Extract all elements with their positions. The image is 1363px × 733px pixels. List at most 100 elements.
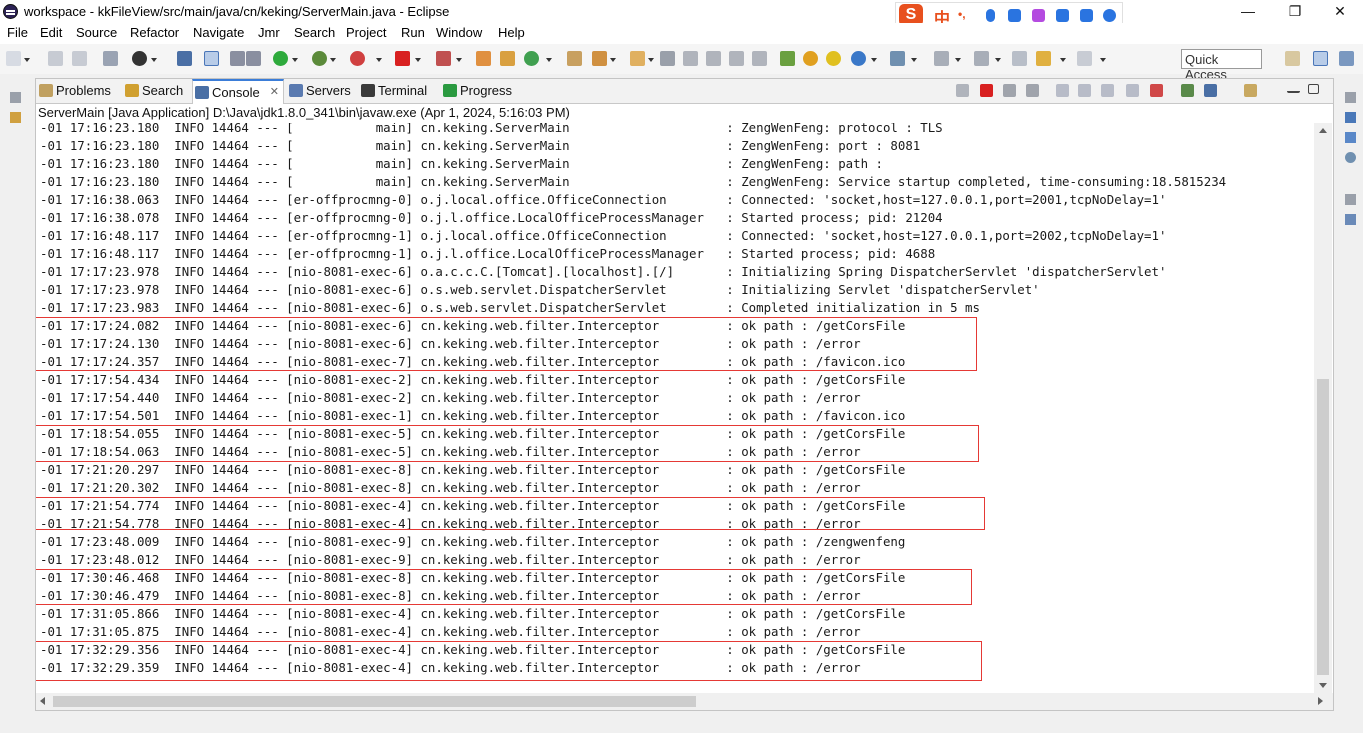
tab-console[interactable]: Console ✕ xyxy=(192,79,284,104)
task-list-icon[interactable] xyxy=(1345,132,1356,143)
new-class-icon[interactable] xyxy=(524,51,539,66)
close-console-tab-icon[interactable]: ✕ xyxy=(270,81,279,104)
profile-icon[interactable] xyxy=(132,51,147,66)
terminate-icon[interactable] xyxy=(980,84,993,97)
debug-perspective-icon[interactable] xyxy=(1339,51,1354,66)
console-output[interactable]: -01 17:16:23.180 INFO 14464 --- [ main] … xyxy=(36,123,1317,693)
save-all-icon[interactable] xyxy=(72,51,87,66)
save-icon[interactable] xyxy=(48,51,63,66)
browser-dropdown-icon[interactable] xyxy=(871,56,877,62)
open-folder-icon[interactable] xyxy=(630,51,645,66)
previous-annotation-icon[interactable] xyxy=(974,51,989,66)
forward-dropdown-icon[interactable] xyxy=(1100,56,1106,62)
back-dropdown-icon[interactable] xyxy=(1060,56,1066,62)
maximize-view-icon[interactable] xyxy=(1308,84,1319,94)
menu-source[interactable]: Source xyxy=(76,25,117,40)
new-icon[interactable] xyxy=(6,51,21,66)
vertical-scrollbar[interactable] xyxy=(1314,123,1332,693)
server-icon[interactable] xyxy=(436,51,451,66)
minimize-view-icon[interactable] xyxy=(1287,84,1300,93)
scroll-down-icon[interactable] xyxy=(1319,683,1327,688)
block-selection-icon[interactable] xyxy=(729,51,744,66)
coverage-icon[interactable] xyxy=(312,51,327,66)
restore-right-icon[interactable] xyxy=(1345,92,1356,103)
toggle-mark-icon[interactable] xyxy=(204,51,219,66)
menu-search[interactable]: Search xyxy=(294,25,335,40)
show-stdout-icon[interactable] xyxy=(1126,84,1139,97)
open-console-icon[interactable] xyxy=(1244,84,1257,97)
open-type-icon[interactable] xyxy=(567,51,582,66)
menu-run[interactable]: Run xyxy=(401,25,425,40)
tab-search[interactable]: Search xyxy=(123,79,193,103)
build-icon[interactable] xyxy=(103,51,118,66)
show-whitespace-icon[interactable] xyxy=(706,51,721,66)
skin-icon[interactable] xyxy=(1032,9,1045,22)
apps-grid-icon[interactable] xyxy=(1080,9,1093,22)
pin-console-icon[interactable] xyxy=(1181,84,1194,97)
web-browser-icon[interactable] xyxy=(851,51,866,66)
plugin-icon[interactable] xyxy=(780,51,795,66)
open-perspective-icon[interactable] xyxy=(1285,51,1300,66)
menu-refactor[interactable]: Refactor xyxy=(130,25,179,40)
ime-punctuation[interactable]: •, xyxy=(958,7,966,21)
quick-access-input[interactable]: Quick Access xyxy=(1181,49,1262,82)
help-icon[interactable] xyxy=(803,51,818,66)
console-toolbar-icon[interactable] xyxy=(177,51,192,66)
restore-right-2-icon[interactable] xyxy=(1345,194,1356,205)
open-task-icon[interactable] xyxy=(592,51,607,66)
annotation-icon[interactable] xyxy=(683,51,698,66)
minimize-button[interactable]: — xyxy=(1225,0,1271,23)
run-icon[interactable] xyxy=(273,51,288,66)
next-annotation-dropdown-icon[interactable] xyxy=(955,56,961,62)
run-dropdown-icon[interactable] xyxy=(292,56,298,62)
next-annotation-icon[interactable] xyxy=(934,51,949,66)
microphone-icon[interactable] xyxy=(986,9,995,22)
paragraph-icon[interactable] xyxy=(752,51,767,66)
clear-console-icon[interactable] xyxy=(1056,84,1069,97)
scroll-left-icon[interactable] xyxy=(40,697,45,705)
word-wrap-icon[interactable] xyxy=(1101,84,1114,97)
menu-edit[interactable]: Edit xyxy=(40,25,62,40)
display-selected-console-icon[interactable] xyxy=(1204,84,1217,97)
show-stderr-icon[interactable] xyxy=(1150,84,1163,97)
new-package-icon[interactable] xyxy=(500,51,515,66)
back-icon[interactable] xyxy=(1036,51,1051,66)
maximize-button[interactable]: ❐ xyxy=(1272,0,1318,23)
new-java-project-icon[interactable] xyxy=(476,51,491,66)
coverage-dropdown-icon[interactable] xyxy=(330,56,336,62)
java-perspective-icon[interactable] xyxy=(1313,51,1328,66)
new-class-dropdown-icon[interactable] xyxy=(546,56,552,62)
gamepad-icon[interactable] xyxy=(1056,9,1069,22)
scroll-right-icon[interactable] xyxy=(1318,697,1323,705)
keyboard-icon[interactable] xyxy=(1008,9,1021,22)
tab-problems[interactable]: Problems xyxy=(37,79,121,103)
remove-terminated-icon[interactable] xyxy=(1026,84,1039,97)
horizontal-scrollbar[interactable] xyxy=(36,693,1333,710)
profile-dropdown-icon[interactable] xyxy=(151,56,157,62)
package-explorer-icon[interactable] xyxy=(10,112,21,123)
hierarchy-icon[interactable] xyxy=(1345,152,1356,163)
debug-view-icon[interactable] xyxy=(230,51,245,66)
tab-servers[interactable]: Servers xyxy=(287,79,357,103)
javadoc-icon[interactable] xyxy=(1345,214,1356,225)
remove-launch-icon[interactable] xyxy=(956,84,969,97)
external-tools-dropdown-icon[interactable] xyxy=(376,56,382,62)
synchronize-icon[interactable] xyxy=(890,51,905,66)
tab-terminal[interactable]: Terminal xyxy=(359,79,439,103)
horizontal-scroll-thumb[interactable] xyxy=(53,696,696,707)
folder-dropdown-icon[interactable] xyxy=(648,56,654,62)
scroll-up-icon[interactable] xyxy=(1319,128,1327,133)
menu-help[interactable]: Help xyxy=(498,25,525,40)
previous-annotation-dropdown-icon[interactable] xyxy=(995,56,1001,62)
sync-dropdown-icon[interactable] xyxy=(911,56,917,62)
menu-navigate[interactable]: Navigate xyxy=(193,25,244,40)
menu-project[interactable]: Project xyxy=(346,25,386,40)
external-tools-icon[interactable] xyxy=(350,51,365,66)
new-dropdown-icon[interactable] xyxy=(24,56,30,62)
close-window-button[interactable]: ✕ xyxy=(1317,0,1363,23)
vertical-scroll-thumb[interactable] xyxy=(1317,379,1329,675)
tab-progress[interactable]: Progress xyxy=(441,79,523,103)
stop-dropdown-icon[interactable] xyxy=(415,56,421,62)
restore-icon[interactable] xyxy=(10,92,21,103)
remove-all-terminated-icon[interactable] xyxy=(1003,84,1016,97)
